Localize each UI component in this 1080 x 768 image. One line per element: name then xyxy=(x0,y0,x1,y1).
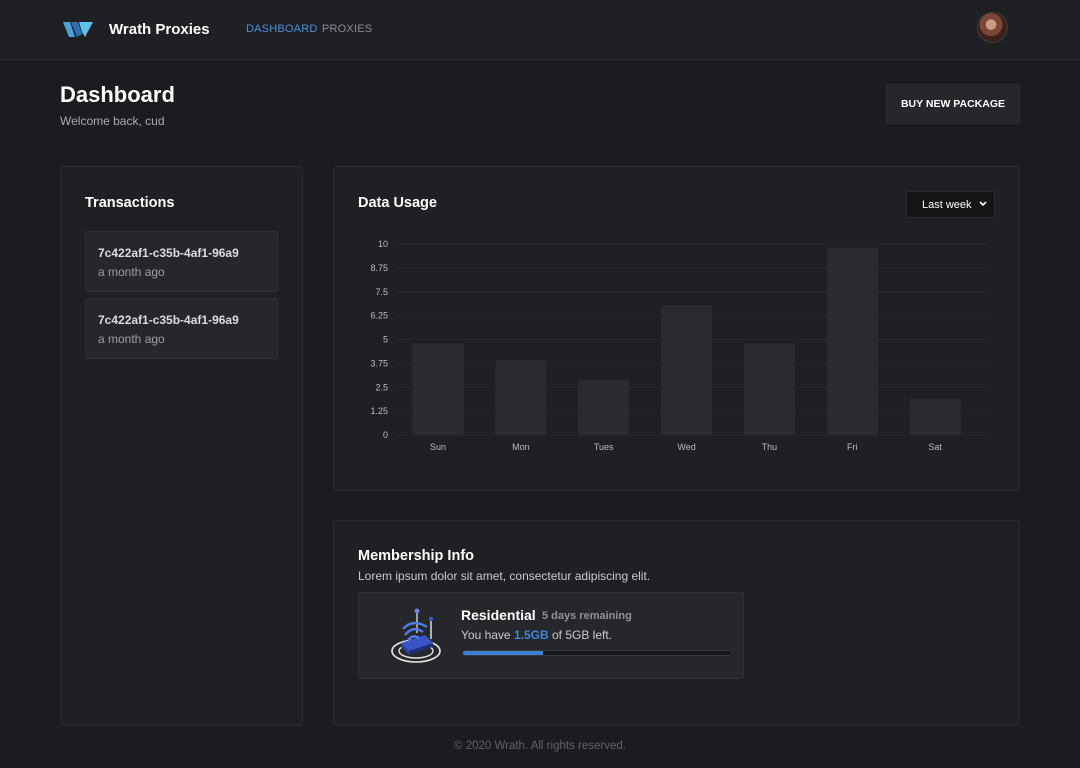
plan-days-remaining: 5 days remaining xyxy=(542,610,632,622)
y-tick-label: 7.5 xyxy=(375,287,388,297)
transaction-time: a month ago xyxy=(98,265,165,279)
y-tick-label: 0 xyxy=(383,430,388,440)
transaction-item[interactable]: 7c422af1-c35b-4af1-96a9 a month ago xyxy=(85,298,278,359)
chevron-down-icon xyxy=(979,201,987,207)
page-title: Dashboard xyxy=(60,82,175,107)
bar xyxy=(661,305,713,435)
y-tick-label: 6.25 xyxy=(370,311,388,321)
brand-name[interactable]: Wrath Proxies xyxy=(109,21,210,38)
membership-plan-box: Residential 5 days remaining You have 1.… xyxy=(358,592,744,679)
plan-name: Residential xyxy=(461,607,536,623)
bar xyxy=(743,343,795,435)
y-tick-label: 1.25 xyxy=(370,406,388,416)
buy-new-package-button[interactable]: BUY NEW PACKAGE xyxy=(886,84,1020,124)
x-tick-label: Sun xyxy=(430,442,446,452)
data-usage-title: Data Usage xyxy=(358,195,437,211)
footer-copyright: © 2020 Wrath. All rights reserved. xyxy=(454,740,626,752)
nav-dashboard-link[interactable]: DASHBOARD xyxy=(246,23,317,35)
transaction-time: a month ago xyxy=(98,332,165,346)
wrath-logo-icon[interactable] xyxy=(63,20,93,40)
x-tick-label: Tues xyxy=(594,442,614,452)
y-tick-label: 8.75 xyxy=(370,263,388,273)
transaction-id: 7c422af1-c35b-4af1-96a9 xyxy=(98,313,239,327)
x-tick-label: Fri xyxy=(847,442,858,452)
time-range-select[interactable]: Last week xyxy=(906,191,995,218)
y-tick-label: 10 xyxy=(378,239,388,249)
progress-fill xyxy=(463,651,544,655)
data-usage-progress-bar xyxy=(462,650,732,656)
data-usage-card: Data Usage Last week 0 1.25 2.5 3.75 5 6.25 7.… xyxy=(333,166,1020,491)
bar xyxy=(909,398,961,435)
y-tick-label: 2.5 xyxy=(375,382,388,392)
bar xyxy=(495,360,547,435)
plan-amount-left: 1.5GB xyxy=(513,628,549,642)
x-tick-label: Mon xyxy=(512,442,530,452)
x-tick-label: Sat xyxy=(928,442,942,452)
transactions-card: Transactions 7c422af1-c35b-4af1-96a9 a m… xyxy=(60,166,303,726)
router-wifi-icon xyxy=(391,608,441,663)
plan-data-left: You have 1.5GB of 5GB left. xyxy=(461,628,612,642)
membership-card: Membership Info Lorem ipsum dolor sit am… xyxy=(333,520,1020,726)
nav-proxies-link[interactable]: PROXIES xyxy=(322,23,372,35)
top-navigation-bar: Wrath Proxies DASHBOARD PROXIES xyxy=(0,0,1080,60)
data-usage-bar-chart: 0 1.25 2.5 3.75 5 6.25 7.5 8.75 10 Sun Mon Tues Wed T… xyxy=(370,239,986,452)
membership-title: Membership Info xyxy=(358,548,475,564)
x-tick-label: Thu xyxy=(762,442,778,452)
y-tick-label: 3.75 xyxy=(370,358,388,368)
x-tick-label: Wed xyxy=(677,442,695,452)
plan-text-before: You have xyxy=(461,628,511,642)
user-avatar[interactable] xyxy=(977,12,1008,43)
membership-description: Lorem ipsum dolor sit amet, consectetur … xyxy=(358,569,651,583)
transactions-title: Transactions xyxy=(85,195,175,211)
bar xyxy=(412,343,464,435)
bar xyxy=(578,379,630,435)
transaction-item[interactable]: 7c422af1-c35b-4af1-96a9 a month ago xyxy=(85,231,278,292)
bar xyxy=(826,247,878,435)
transaction-id: 7c422af1-c35b-4af1-96a9 xyxy=(98,246,239,260)
welcome-message: Welcome back, cud xyxy=(60,114,165,128)
y-tick-label: 5 xyxy=(383,335,388,345)
time-range-value: Last week xyxy=(922,198,972,211)
plan-text-after: of 5GB left. xyxy=(551,628,613,642)
